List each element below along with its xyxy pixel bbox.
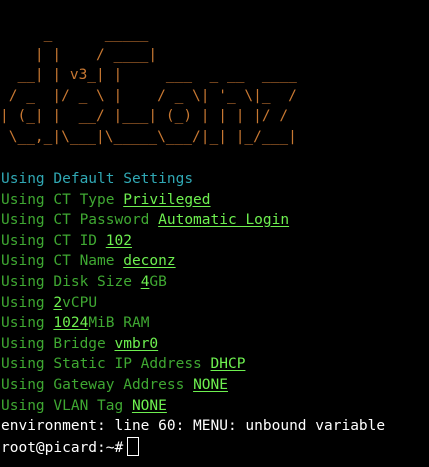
setting-label: Using CT ID — [1, 232, 106, 249]
setting-label: Using CT Name — [1, 253, 124, 270]
setting-value: vmbr0 — [114, 335, 159, 352]
setting-label: Using Disk Size — [1, 274, 141, 290]
setting-unit: MiB RAM — [88, 315, 150, 332]
setting-label: Using VLAN Tag — [1, 397, 132, 414]
deconz-ascii-banner: _ _____ | | / ____| __| | v3_| | ___ _ _… — [0, 26, 297, 145]
setting-line: Using 1024MiB RAM — [1, 313, 149, 334]
setting-value: NONE — [193, 377, 228, 393]
setting-label: Using CT Password — [1, 212, 159, 229]
setting-unit: GB — [149, 274, 167, 290]
setting-line: Using Gateway Address NONE — [1, 375, 228, 396]
error-message: environment: line 60: MENU: unbound vari… — [1, 418, 386, 435]
setting-line: Using CT ID 102 — [1, 231, 132, 252]
setting-label: Using Static IP Address — [1, 356, 211, 373]
setting-line: Using CT Type Privileged — [1, 190, 211, 211]
terminal-window[interactable]: _ _____ | | / ____| __| | v3_| | ___ _ _… — [0, 0, 429, 467]
setting-label: Using Gateway Address — [1, 377, 194, 393]
setting-line: Using Static IP Address DHCP — [1, 354, 245, 375]
setting-value: 1024 — [53, 315, 89, 332]
setting-value: Automatic Login — [158, 212, 290, 229]
setting-line: Using Bridge vmbr0 — [1, 334, 158, 355]
setting-label: Using CT Type — [1, 191, 124, 208]
setting-label: Using Bridge — [1, 335, 115, 352]
default-settings-text: Using Default Settings — [1, 171, 194, 187]
setting-value: Privileged — [123, 191, 211, 208]
setting-line: Using Disk Size 4GB — [1, 272, 167, 293]
setting-line: Using CT Name deconz — [1, 251, 176, 272]
setting-line: Using CT Password Automatic Login — [1, 210, 289, 231]
setting-line: Using 2vCPU — [1, 293, 97, 314]
error-line: environment: line 60: MENU: unbound vari… — [1, 416, 385, 437]
setting-value: deconz — [123, 253, 176, 270]
prompt-line: root@picard:~# — [1, 436, 140, 458]
default-settings-line: Using Default Settings — [1, 169, 193, 190]
setting-label: Using — [1, 315, 54, 332]
setting-line: Using VLAN Tag NONE — [1, 396, 167, 417]
setting-value: 2 — [53, 294, 63, 311]
setting-value: NONE — [131, 397, 167, 414]
text-cursor[interactable] — [127, 436, 140, 456]
shell-prompt: root@picard:~# — [1, 439, 124, 456]
setting-unit: vCPU — [62, 294, 98, 311]
setting-label: Using — [1, 294, 54, 311]
setting-value: 102 — [105, 232, 132, 249]
setting-value: DHCP — [210, 356, 246, 373]
